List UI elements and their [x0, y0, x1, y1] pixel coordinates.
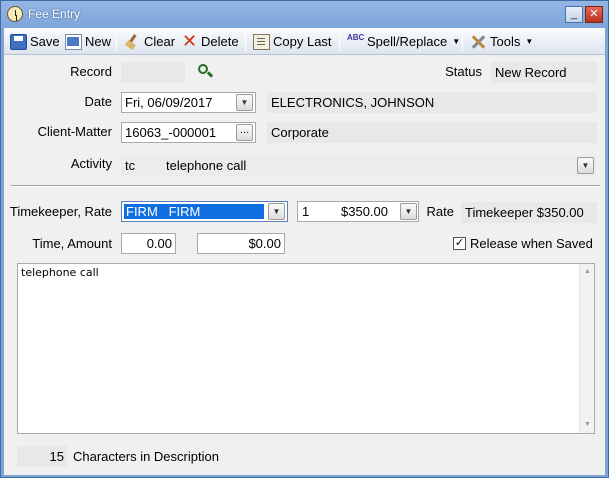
delete-x-icon: ✕ — [181, 30, 198, 51]
date-dropdown-button[interactable]: ▼ — [236, 94, 253, 111]
form-body: Save New Clear ✕ Delete Copy Last ABC Sp… — [4, 28, 605, 475]
tools-button[interactable]: Tools ▼ — [470, 31, 533, 52]
status-label: Status — [445, 64, 482, 79]
description-text: telephone call — [21, 266, 99, 279]
time-amount-label: Time, Amount — [32, 236, 112, 251]
spell-replace-label: Spell/Replace — [367, 34, 448, 49]
new-document-icon — [65, 33, 82, 50]
close-button[interactable]: ✕ — [585, 6, 603, 23]
timekeeper-label: Timekeeper, Rate — [9, 204, 112, 219]
scroll-up-icon[interactable]: ▲ — [581, 265, 594, 279]
client-matter-value: 16063_-000001 — [125, 125, 217, 140]
scroll-down-icon[interactable]: ▼ — [581, 418, 594, 432]
title-bar[interactable]: Fee Entry _ ✕ — [1, 1, 608, 28]
minimize-button[interactable]: _ — [565, 6, 583, 23]
search-icon[interactable] — [197, 63, 214, 79]
clear-label: Clear — [144, 34, 176, 49]
activity-description: telephone call — [166, 158, 247, 173]
new-button[interactable]: New — [65, 31, 111, 52]
divider — [11, 185, 600, 187]
client-matter-lookup-button[interactable]: … — [236, 124, 253, 141]
record-field — [121, 62, 185, 83]
spellcheck-icon: ABC — [347, 32, 365, 42]
save-label: Save — [30, 34, 60, 49]
broom-icon — [124, 34, 141, 50]
timekeeper-combo[interactable]: FIRM FIRM — [121, 201, 288, 222]
copy-last-label: Copy Last — [273, 34, 332, 49]
clear-button[interactable]: Clear — [124, 31, 175, 52]
toolbar-separator — [462, 32, 463, 51]
activity-label: Activity — [70, 156, 112, 171]
window-title: Fee Entry — [28, 7, 81, 21]
fee-entry-window: Fee Entry _ ✕ Save New Clear ✕ Delete Co… — [0, 0, 609, 478]
release-checkbox[interactable]: ✓ — [453, 237, 466, 250]
clock-icon — [7, 6, 23, 22]
toolbar-separator — [339, 32, 340, 51]
client-matter-label: Client-Matter — [37, 124, 112, 139]
rate-amount: $350.00 — [341, 204, 388, 219]
delete-label: Delete — [201, 34, 239, 49]
copy-icon — [253, 33, 270, 50]
rate-display: Timekeeper $350.00 — [461, 202, 597, 223]
toolbar-separator — [245, 32, 246, 51]
char-count-label: Characters in Description — [73, 449, 219, 464]
activity-dropdown-button[interactable]: ▼ — [577, 157, 594, 174]
copy-last-button[interactable]: Copy Last — [253, 31, 332, 52]
status-value: New Record — [491, 62, 597, 83]
date-label: Date — [84, 94, 112, 109]
matter-name: Corporate — [267, 122, 597, 143]
description-textarea[interactable]: telephone call ▲ ▼ — [17, 263, 595, 434]
activity-code: tc — [125, 158, 136, 173]
client-name: ELECTRONICS, JOHNSON — [267, 92, 597, 113]
record-label: Record — [70, 64, 112, 79]
save-button[interactable]: Save — [10, 31, 60, 52]
rate-code: 1 — [302, 204, 310, 219]
amount-input[interactable]: $0.00 — [197, 233, 285, 254]
spell-replace-button[interactable]: ABC Spell/Replace ▼ — [347, 31, 460, 52]
activity-combo[interactable]: tc telephone call — [121, 155, 596, 176]
rate-label: Rate — [426, 204, 454, 219]
description-scrollbar[interactable]: ▲ ▼ — [579, 264, 594, 433]
tools-label: Tools — [490, 34, 521, 49]
delete-button[interactable]: ✕ Delete — [181, 31, 239, 52]
timekeeper-selected: FIRM FIRM — [124, 204, 264, 219]
dropdown-caret-icon: ▼ — [525, 37, 534, 46]
timekeeper-dropdown-button[interactable]: ▼ — [268, 203, 285, 220]
toolbar-separator — [116, 32, 117, 51]
save-icon — [10, 33, 27, 50]
time-input[interactable]: 0.00 — [121, 233, 176, 254]
char-count: 15 — [17, 446, 67, 467]
dropdown-caret-icon: ▼ — [452, 37, 461, 46]
rate-dropdown-button[interactable]: ▼ — [400, 203, 417, 220]
date-value: Fri, 06/09/2017 — [125, 95, 213, 110]
release-label[interactable]: Release when Saved — [470, 236, 593, 251]
new-label: New — [85, 34, 112, 49]
tools-icon — [470, 34, 487, 50]
toolbar: Save New Clear ✕ Delete Copy Last ABC Sp… — [4, 28, 605, 55]
